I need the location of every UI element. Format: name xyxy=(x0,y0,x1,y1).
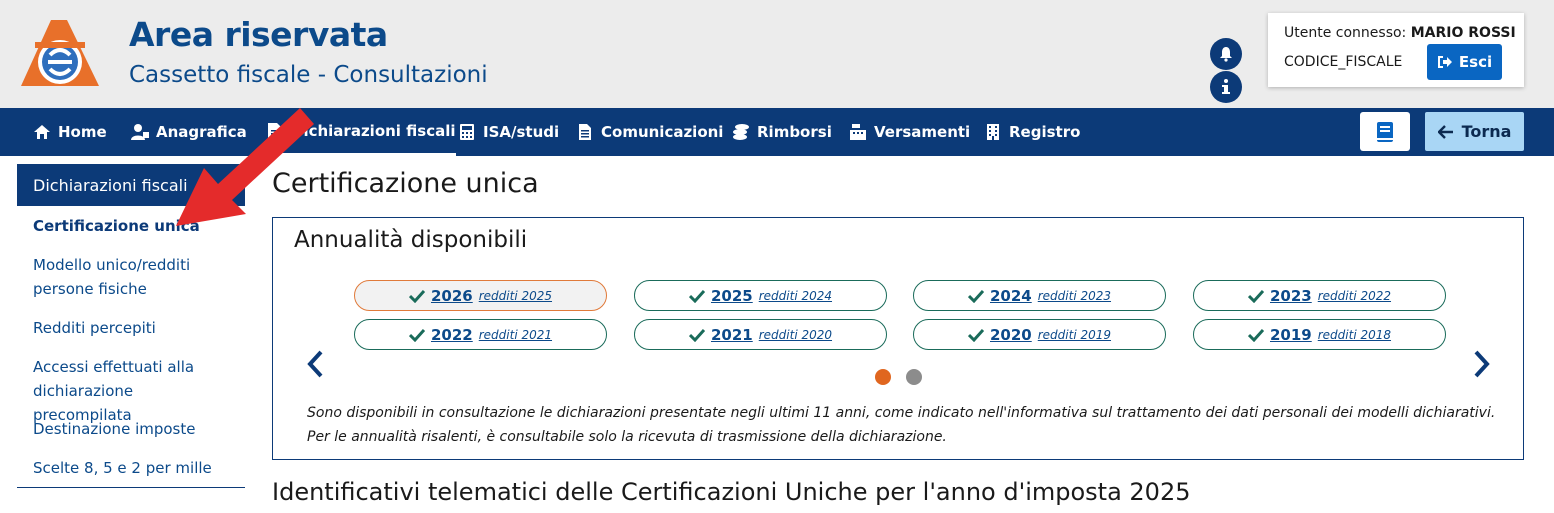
calculator-icon xyxy=(460,124,474,140)
carousel-dot[interactable] xyxy=(906,369,922,385)
chevron-right-icon xyxy=(1474,350,1490,378)
user-panel: Utente connesso: MARIO ROSSI CODICE_FISC… xyxy=(1268,13,1524,87)
check-icon xyxy=(1247,289,1264,303)
check-icon xyxy=(1247,328,1264,342)
nav-item-rimborsi[interactable]: Rimborsi xyxy=(732,108,832,156)
year-sub-label: redditi 2019 xyxy=(1037,327,1112,342)
year-button[interactable]: 2019 redditi 2018 xyxy=(1193,319,1446,350)
year-label: 2023 xyxy=(1269,286,1312,305)
nav-item-registro[interactable]: Registro xyxy=(984,108,1080,156)
year-button[interactable]: 2020 redditi 2019 xyxy=(913,319,1166,350)
section-title: Identificativi telematici delle Certific… xyxy=(272,478,1191,506)
check-icon xyxy=(688,289,705,303)
sidebar-item-scelte-per-mille[interactable]: Scelte 8, 5 e 2 per mille xyxy=(33,456,233,480)
year-label: 2020 xyxy=(989,325,1032,344)
nav-label: Rimborsi xyxy=(757,123,832,141)
nav-label: Home xyxy=(58,123,107,141)
nav-label: Comunicazioni xyxy=(601,123,724,141)
user-name: MARIO ROSSI xyxy=(1410,25,1516,41)
user-icon xyxy=(131,124,149,140)
file-icon xyxy=(579,124,591,140)
info-note: Sono disponibili in consultazione le dic… xyxy=(307,405,1496,445)
page-header: Area riservata Cassetto fiscale - Consul… xyxy=(0,0,1554,108)
nav-item-home[interactable]: Home xyxy=(33,108,107,156)
back-label: Torna xyxy=(1461,122,1512,141)
check-icon xyxy=(967,328,984,342)
carousel-next-button[interactable] xyxy=(1470,346,1494,382)
year-button[interactable]: 2024 redditi 2023 xyxy=(913,280,1166,311)
home-icon xyxy=(34,125,50,139)
sidebar-item-modello-unico[interactable]: Modello unico/redditi persone fisiche xyxy=(33,253,233,301)
sidebar-item-redditi-percepiti[interactable]: Redditi percepiti xyxy=(33,316,233,340)
nav-label: Registro xyxy=(1009,123,1081,141)
cash-register-icon xyxy=(850,124,866,140)
chevron-left-icon xyxy=(307,350,323,378)
logout-icon xyxy=(1437,56,1452,68)
app-subtitle: Cassetto fiscale - Consultazioni xyxy=(129,62,488,88)
year-sub-label: redditi 2021 xyxy=(478,327,553,342)
year-label: 2024 xyxy=(989,286,1032,305)
nav-label: ISA/studi xyxy=(483,123,560,141)
carousel-dot-active[interactable] xyxy=(875,369,891,385)
nav-item-comunicazioni[interactable]: Comunicazioni xyxy=(576,108,723,156)
year-button[interactable]: 2021 redditi 2020 xyxy=(634,319,887,350)
panel-title: Annualità disponibili xyxy=(294,227,528,253)
sidebar-item-destinazione-imposte[interactable]: Destinazione imposte xyxy=(33,417,233,441)
years-panel: Annualità disponibili 2026 redditi 2025 20… xyxy=(272,217,1524,460)
year-button[interactable]: 2026 redditi 2025 xyxy=(354,280,607,311)
year-sub-label: redditi 2025 xyxy=(478,288,553,303)
year-sub-label: redditi 2018 xyxy=(1317,327,1392,342)
check-icon xyxy=(688,328,705,342)
coins-icon xyxy=(733,124,749,140)
year-label: 2022 xyxy=(430,325,473,344)
year-button[interactable]: 2022 redditi 2021 xyxy=(354,319,607,350)
carousel-prev-button[interactable] xyxy=(303,346,327,382)
user-connected-label: Utente connesso: MARIO ROSSI xyxy=(1284,25,1516,41)
year-label: 2019 xyxy=(1269,325,1312,344)
nav-item-versamenti[interactable]: Versamenti xyxy=(849,108,970,156)
year-sub-label: redditi 2022 xyxy=(1317,288,1392,303)
arrow-left-icon xyxy=(1437,124,1453,139)
year-button[interactable]: 2023 redditi 2022 xyxy=(1193,280,1446,311)
bell-icon[interactable] xyxy=(1210,38,1242,70)
info-icon[interactable] xyxy=(1210,71,1242,103)
annotation-arrow xyxy=(176,108,314,226)
year-sub-label: redditi 2024 xyxy=(758,288,833,303)
check-icon xyxy=(408,328,425,342)
back-button[interactable]: Torna xyxy=(1425,112,1524,151)
check-icon xyxy=(967,289,984,303)
book-icon xyxy=(1377,121,1393,142)
year-button[interactable]: 2025 redditi 2024 xyxy=(634,280,887,311)
sidebar-divider xyxy=(17,487,245,488)
codice-fiscale: CODICE_FISCALE xyxy=(1284,54,1403,70)
logout-label: Esci xyxy=(1458,53,1493,71)
agenzia-entrate-logo[interactable] xyxy=(15,12,105,92)
nav-label: Versamenti xyxy=(874,123,971,141)
manual-button[interactable] xyxy=(1360,112,1410,151)
user-label-text: Utente connesso: xyxy=(1284,25,1407,41)
year-label: 2026 xyxy=(430,286,473,305)
check-icon xyxy=(408,289,425,303)
year-sub-label: redditi 2020 xyxy=(758,327,833,342)
year-label: 2021 xyxy=(710,325,753,344)
nav-item-isa-studi[interactable]: ISA/studi xyxy=(458,108,559,156)
logout-button[interactable]: Esci xyxy=(1427,44,1502,80)
app-title: Area riservata xyxy=(129,15,388,54)
building-icon xyxy=(987,124,999,140)
year-label: 2025 xyxy=(710,286,753,305)
year-sub-label: redditi 2023 xyxy=(1037,288,1112,303)
